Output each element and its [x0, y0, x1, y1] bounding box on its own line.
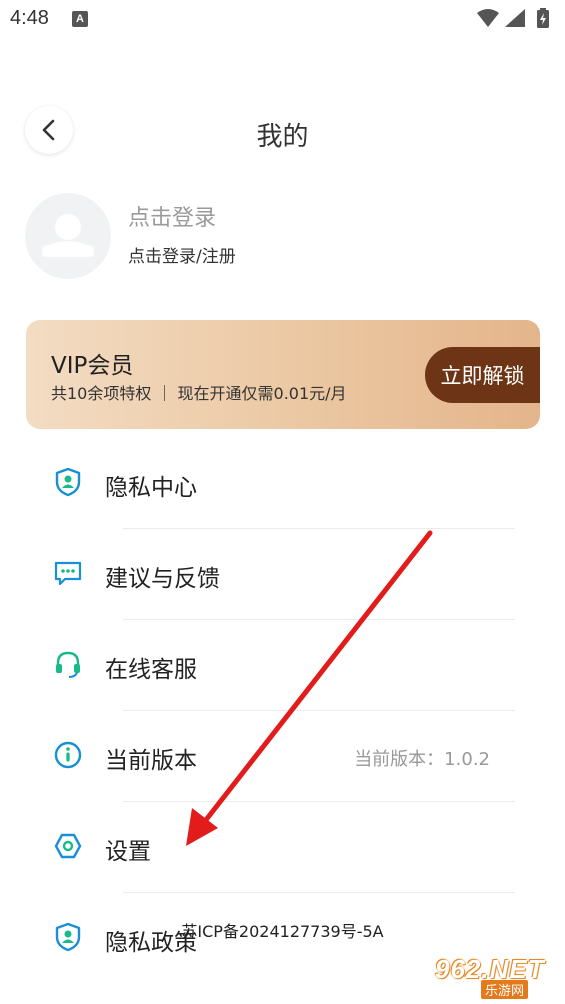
- signal-icon: [505, 9, 525, 27]
- menu-item-settings[interactable]: 设置: [0, 802, 565, 893]
- vip-card[interactable]: VIP会员 共10余项特权 ｜ 现在开通仅需0.01元/月 立即解锁: [26, 320, 540, 429]
- menu-item-current-version[interactable]: 当前版本 当前版本：1.0.2: [0, 711, 565, 802]
- hexagon-settings-icon: [54, 833, 82, 859]
- vip-description: 共10余项特权 ｜ 现在开通仅需0.01元/月: [51, 384, 347, 403]
- chat-bubble-icon: [54, 561, 82, 586]
- avatar[interactable]: [25, 193, 111, 279]
- info-icon: [54, 741, 82, 769]
- page-title: 我的: [256, 122, 309, 152]
- menu-item-privacy-center[interactable]: 隐私中心: [0, 438, 565, 529]
- vip-title: VIP会员: [51, 353, 134, 379]
- login-title[interactable]: 点击登录: [128, 200, 216, 232]
- status-icons: [477, 8, 549, 28]
- status-time: 4:48: [10, 7, 49, 29]
- menu-item-online-service[interactable]: 在线客服: [0, 620, 565, 711]
- watermark-site: 乐游网: [481, 980, 529, 999]
- user-placeholder-icon: [42, 214, 94, 257]
- shield-user-icon: [55, 467, 81, 497]
- battery-charging-icon: [537, 8, 549, 28]
- menu-label: 设置: [105, 839, 151, 865]
- menu-label: 在线客服: [105, 657, 197, 683]
- menu-label: 隐私中心: [105, 475, 197, 501]
- status-bar: 4:48 A: [0, 0, 565, 40]
- watermark-logo: 962.NET 乐游网: [431, 954, 557, 999]
- menu-label: 建议与反馈: [105, 566, 220, 592]
- headset-icon: [56, 651, 80, 678]
- notification-a-icon: A: [72, 11, 88, 27]
- menu-label: 当前版本: [105, 748, 197, 774]
- menu-list: 隐私中心 建议与反馈 在线客服 当前版本 当前版本：1.0.2 设置 隐私政策: [0, 438, 565, 984]
- version-value: 当前版本：1.0.2: [354, 749, 490, 770]
- menu-item-feedback[interactable]: 建议与反馈: [0, 529, 565, 620]
- wifi-icon: [477, 9, 499, 27]
- unlock-vip-button[interactable]: 立即解锁: [425, 347, 540, 403]
- icp-license-text: 苏ICP备2024127739号-5A: [181, 922, 384, 941]
- login-register-link[interactable]: 点击登录/注册: [128, 242, 236, 267]
